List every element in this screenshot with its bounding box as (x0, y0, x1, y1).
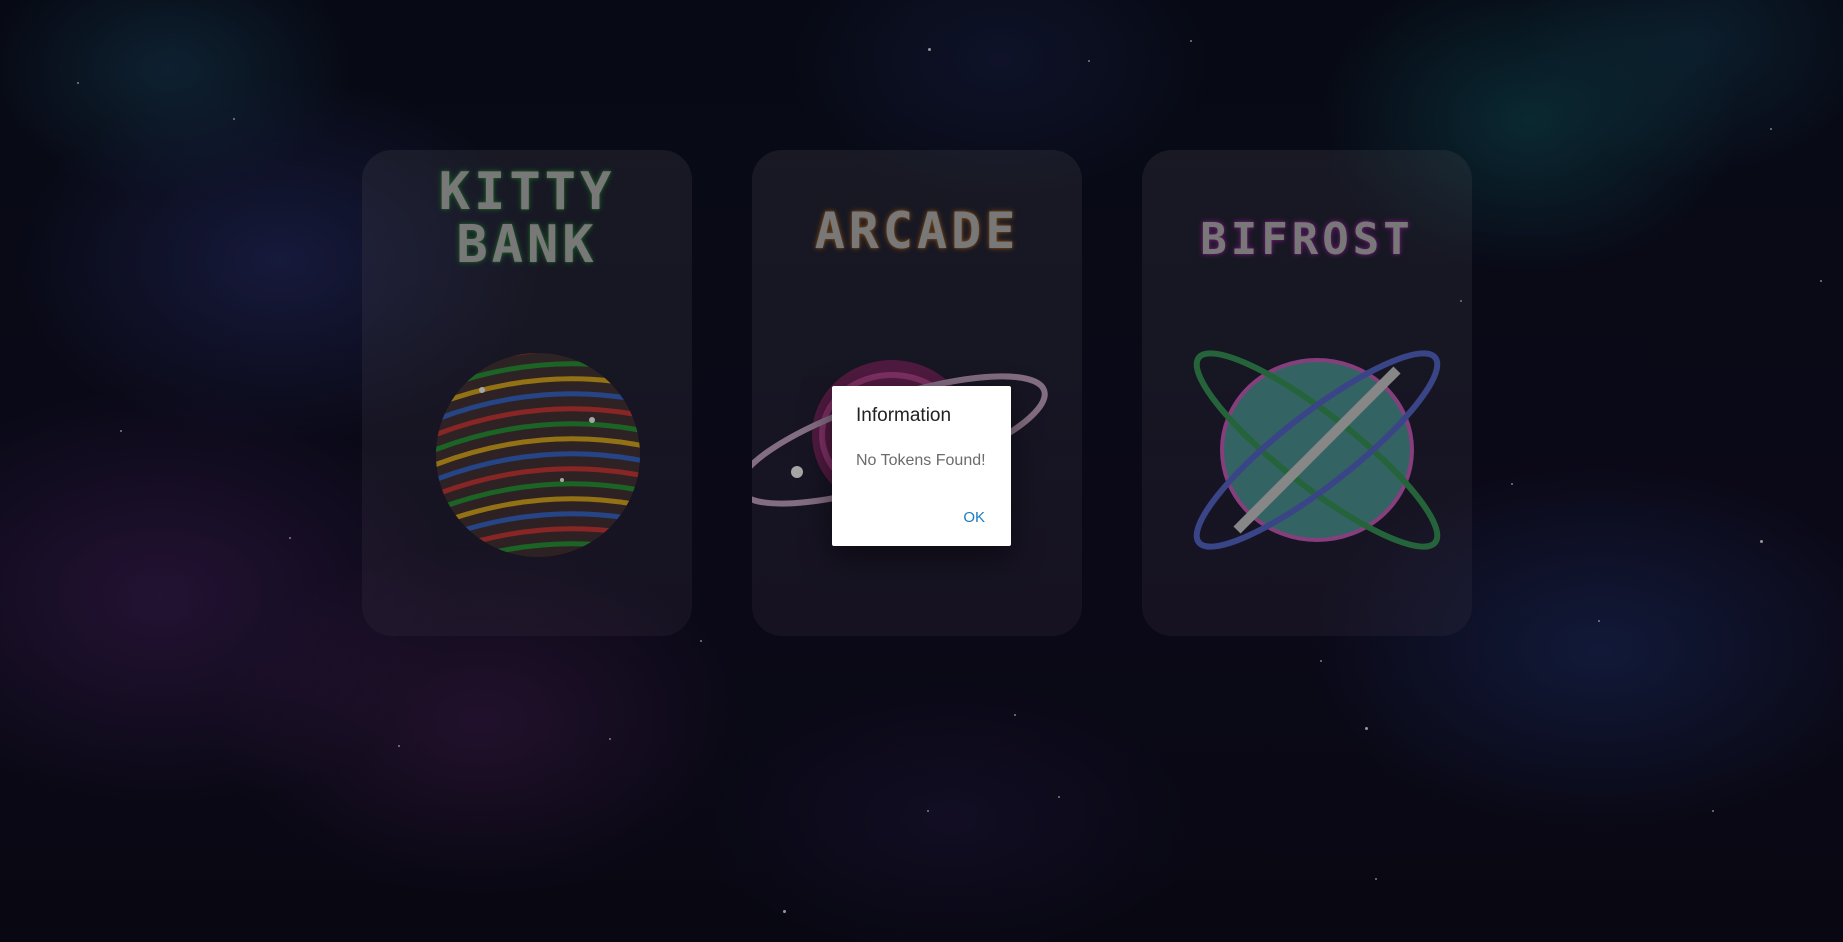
dialog-message: No Tokens Found! (856, 452, 986, 469)
ok-button[interactable]: OK (955, 503, 993, 532)
information-dialog: Information No Tokens Found! OK (832, 386, 1011, 546)
dialog-title: Information (856, 405, 952, 426)
